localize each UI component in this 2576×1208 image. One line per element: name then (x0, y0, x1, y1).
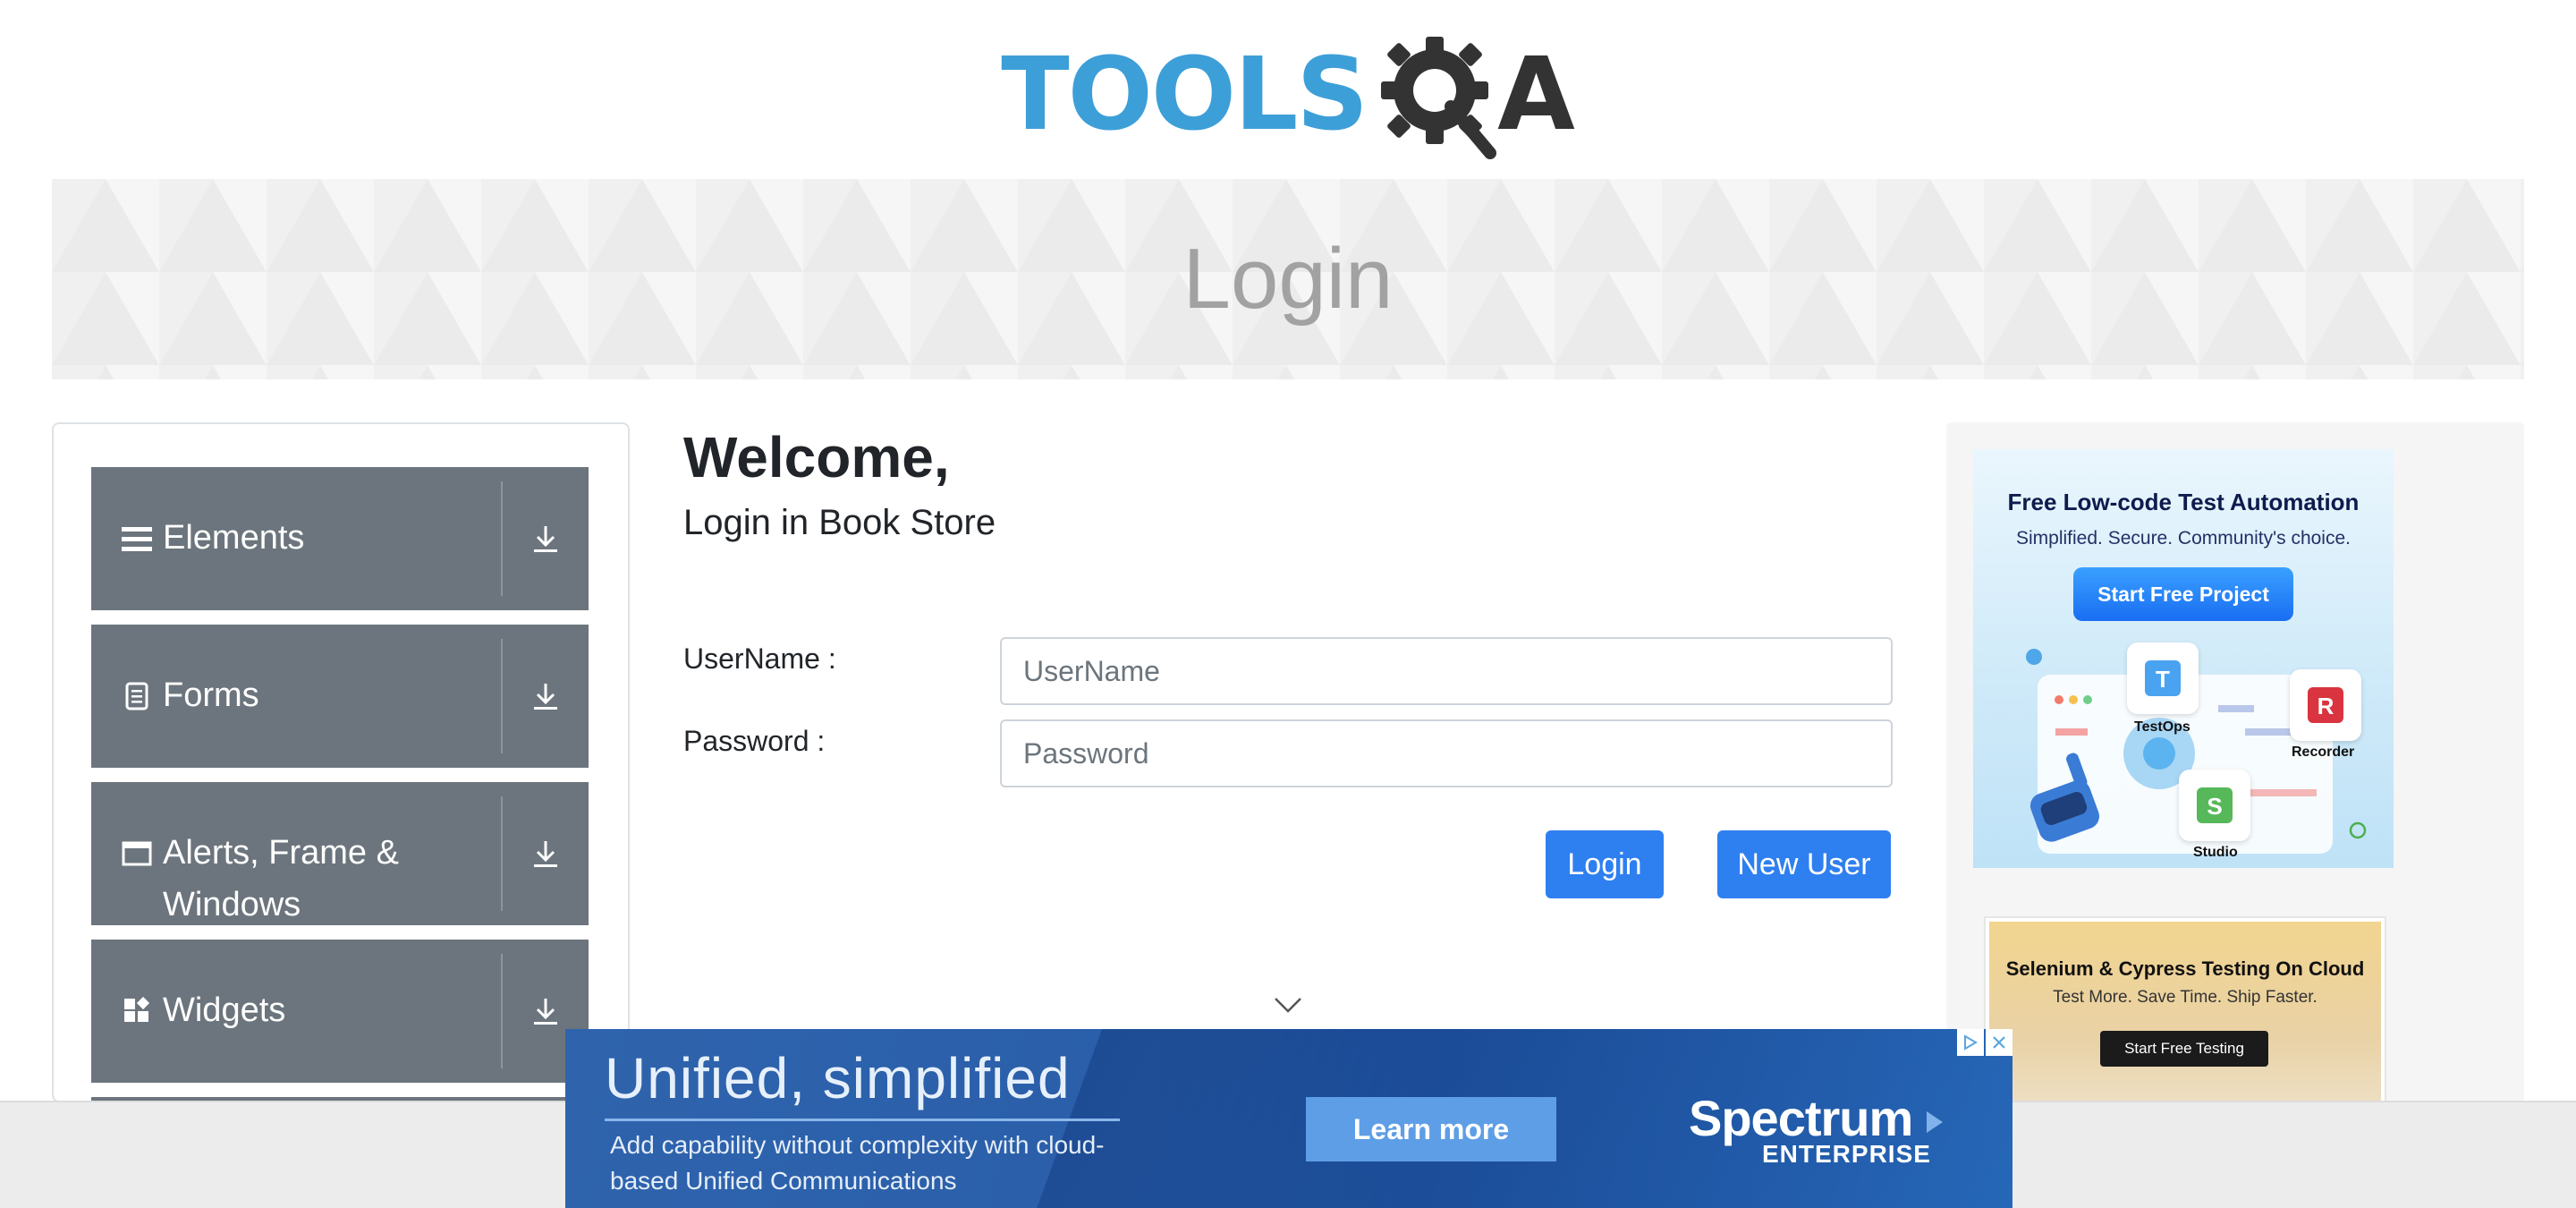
ad-headline: Unified, simplified (605, 1046, 1071, 1110)
left-sidebar: Elements Forms Alerts, Frame & Windows W… (52, 422, 630, 1102)
ad-subtitle: Simplified. Secure. Community's choice. (2016, 528, 2351, 549)
ad-title: Selenium & Cypress Testing On Cloud (2005, 957, 2365, 980)
studio-caption: Studio (2193, 845, 2238, 860)
sidebar-group-label: Widgets (163, 991, 286, 1029)
cloud-testing-ad[interactable]: Selenium & Cypress Testing On Cloud Test… (1986, 918, 2385, 1102)
start-free-testing-button[interactable]: Start Free Testing (2100, 1031, 2268, 1067)
page-title: Login (1182, 231, 1394, 327)
login-subtitle: Login in Book Store (683, 503, 996, 542)
learn-more-button[interactable]: Learn more (1306, 1097, 1556, 1161)
sidebar-group-label: Elements (163, 519, 305, 557)
download-arrow-icon[interactable] (503, 782, 589, 925)
katalon-ad[interactable]: Free Low-code Test Automation Simplified… (1973, 449, 2394, 868)
adchoices-icon[interactable] (1957, 1029, 1984, 1056)
download-arrow-icon[interactable] (503, 625, 589, 768)
sidebar-group-label-line1: Alerts, Frame & (163, 834, 399, 872)
right-ad-panel: Free Low-code Test Automation Simplified… (1946, 422, 2524, 1102)
close-icon[interactable] (1986, 1029, 2012, 1056)
sidebar-group-elements[interactable]: Elements (91, 467, 589, 610)
sidebar-group-alerts-frame-windows[interactable]: Alerts, Frame & Windows (91, 782, 589, 925)
svg-text:T: T (2156, 666, 2170, 693)
ad-headline-rule (605, 1119, 1120, 1121)
username-label: UserName : (683, 642, 836, 675)
welcome-heading: Welcome, (683, 425, 950, 489)
window-icon (122, 836, 152, 872)
page: TOOLS A Login Elements Forms Alerts, Fra… (0, 0, 2576, 1208)
new-user-button[interactable]: New User (1717, 830, 1891, 898)
password-input[interactable] (1000, 719, 1893, 787)
widgets-icon (122, 993, 152, 1029)
ad-subtitle: Test More. Save Time. Ship Faster. (2053, 988, 2318, 1007)
testops-tile: T (2127, 642, 2199, 714)
svg-text:R: R (2318, 693, 2334, 719)
ad-title: Free Low-code Test Automation (2007, 489, 2360, 515)
sidebar-group-label: Forms (163, 676, 259, 714)
studio-tile: S (2179, 770, 2250, 841)
start-free-project-button[interactable]: Start Free Project (2073, 567, 2293, 621)
testops-caption: TestOps (2134, 719, 2190, 735)
ad-body-text: Add capability without complexity with c… (610, 1131, 1105, 1195)
logo-text-tools: TOOLS (1001, 37, 1368, 153)
logo-text-a: A (1497, 37, 1575, 153)
header: TOOLS A (0, 23, 2576, 166)
username-input[interactable] (1000, 637, 1893, 705)
gear-magnifier-icon (1381, 37, 1497, 159)
sidebar-group-label: Alerts, Frame & Windows (163, 827, 399, 931)
recorder-tile: R (2290, 669, 2361, 741)
page-banner: Login (52, 179, 2524, 379)
ad-brand-name: Spectrum (1689, 1090, 1913, 1146)
hamburger-icon (122, 521, 152, 557)
recorder-caption: Recorder (2292, 744, 2355, 760)
password-label: Password : (683, 725, 826, 757)
brand-arrow-icon (1927, 1111, 1943, 1133)
sidebar-group-label-line2: Windows (163, 886, 301, 923)
bottom-banner-ad[interactable]: Unified, simplified Add capability witho… (565, 1029, 2012, 1208)
document-icon (122, 678, 152, 714)
ad-brand-sub: ENTERPRISE (1762, 1140, 1931, 1168)
sidebar-group-forms[interactable]: Forms (91, 625, 589, 768)
sidebar-group-widgets[interactable]: Widgets (91, 940, 589, 1083)
toolsqa-logo[interactable]: TOOLS A (1001, 23, 1575, 166)
login-button[interactable]: Login (1546, 830, 1664, 898)
download-arrow-icon[interactable] (503, 467, 589, 610)
chevron-down-icon[interactable] (1274, 995, 1302, 1017)
svg-text:S: S (2207, 793, 2222, 820)
